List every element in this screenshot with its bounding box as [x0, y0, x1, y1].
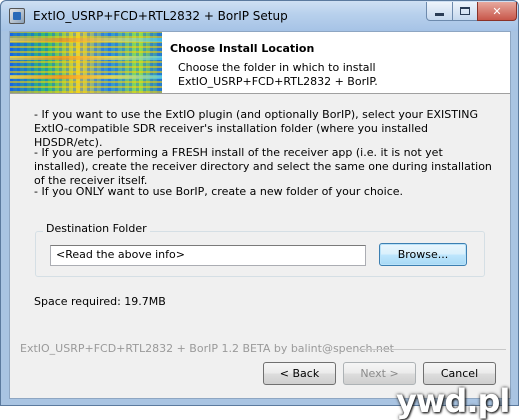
info-paragraph-existing: - If you want to use the ExtIO plugin (a…: [34, 108, 478, 149]
maximize-icon: [460, 7, 470, 15]
installer-app-icon: [9, 8, 25, 24]
window-title: ExtIO_USRP+FCD+RTL2832 + BorIP Setup: [33, 9, 288, 23]
installer-window: ExtIO_USRP+FCD+RTL2832 + BorIP Setup ✕ C…: [0, 0, 519, 420]
dialog-client-area: Choose Install Location Choose the folde…: [9, 31, 511, 420]
page-subtitle: Choose the folder in which to install Ex…: [178, 61, 378, 88]
minimize-button[interactable]: [426, 2, 453, 21]
spectrum-band: [10, 56, 162, 60]
close-icon: ✕: [492, 4, 502, 18]
header-spectrum-image: [10, 32, 162, 93]
branding-divider: [358, 349, 506, 350]
browse-button[interactable]: Browse...: [379, 243, 467, 266]
destination-folder-input[interactable]: <Read the above info>: [50, 245, 366, 266]
info-paragraph-fresh: - If you are performing a FRESH install …: [34, 146, 492, 187]
spectrum-band: [10, 75, 162, 79]
page-header: Choose Install Location Choose the folde…: [10, 32, 510, 94]
spectrum-band: [10, 38, 162, 42]
minimize-icon: [435, 13, 444, 16]
maximize-button[interactable]: [452, 2, 478, 21]
info-paragraph-borip-only: - If you ONLY want to use BorIP, create …: [34, 185, 404, 198]
watermark-logo: ywd.pl: [396, 382, 510, 420]
title-bar[interactable]: ExtIO_USRP+FCD+RTL2832 + BorIP Setup ✕: [1, 1, 518, 31]
space-required-text: Space required: 19.7MB: [34, 295, 166, 308]
branding-text: ExtIO_USRP+FCD+RTL2832 + BorIP 1.2 BETA …: [20, 342, 394, 355]
page-title: Choose Install Location: [170, 42, 315, 55]
destination-folder-label: Destination Folder: [43, 222, 150, 235]
back-button[interactable]: < Back: [263, 362, 336, 385]
close-button[interactable]: ✕: [477, 2, 517, 21]
